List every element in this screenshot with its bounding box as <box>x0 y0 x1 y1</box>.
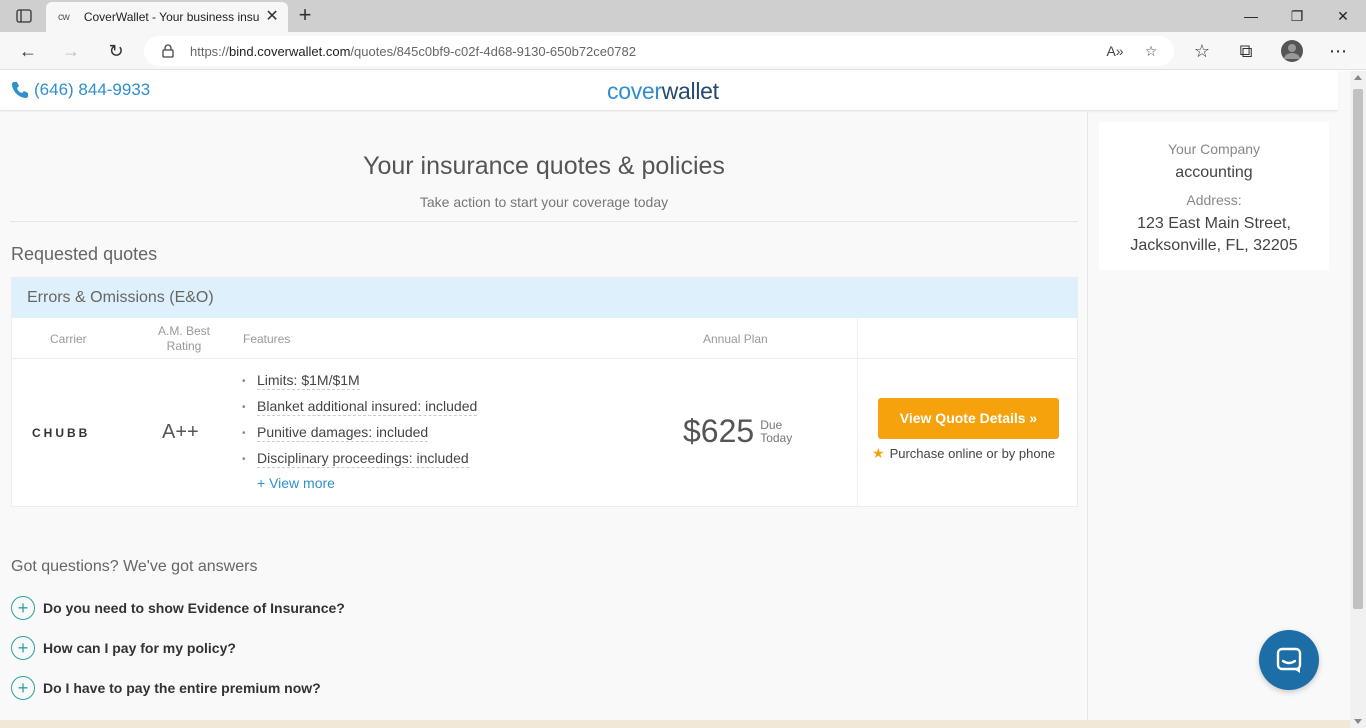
faq-item[interactable]: + Do I have to pay the entire premium no… <box>11 676 321 700</box>
new-tab-icon[interactable]: + <box>292 4 318 28</box>
rating-column-header: A.M. Best Rating <box>157 323 210 353</box>
restore-icon[interactable]: ❐ <box>1274 4 1320 28</box>
am-best-rating: A++ <box>162 421 199 443</box>
feature-item: • Limits: $1M/$1M <box>242 372 360 390</box>
more-icon[interactable]: ⋯ <box>1324 38 1352 64</box>
add-favorite-icon[interactable]: ☆ <box>1138 36 1164 66</box>
company-label: Your Company <box>1167 141 1261 157</box>
divider <box>12 358 1078 359</box>
company-card: Your Company accounting Address: 123 Eas… <box>1099 122 1329 270</box>
feature-item: • Punitive damages: included <box>242 424 429 442</box>
view-quote-details-button[interactable]: View Quote Details » <box>878 398 1059 439</box>
scroll-down-icon[interactable] <box>1354 719 1362 724</box>
company-name: accounting <box>1175 164 1253 181</box>
scroll-thumb[interactable] <box>1353 89 1363 609</box>
price-amount: $625 <box>683 413 755 449</box>
refresh-icon[interactable]: ↻ <box>102 38 130 64</box>
annual-plan-column-header: Annual Plan <box>703 331 768 346</box>
back-icon[interactable]: ← <box>14 38 42 64</box>
faq-title: Got questions? We've got answers <box>11 558 258 575</box>
chat-button[interactable] <box>1259 630 1319 690</box>
minimize-icon[interactable]: — <box>1228 4 1274 28</box>
read-aloud-icon[interactable]: A» <box>1102 36 1128 66</box>
phone-number: (646) 844-9933 <box>34 80 151 99</box>
phone-icon <box>12 82 28 98</box>
lock-icon[interactable] <box>160 43 176 59</box>
page-subtitle: Take action to start your coverage today <box>419 194 669 210</box>
divider <box>857 318 858 507</box>
price: $625 Due Today <box>683 413 792 450</box>
address-label: Address: <box>1186 192 1242 208</box>
star-icon: ★ <box>872 445 885 461</box>
profile-icon[interactable] <box>1278 38 1306 64</box>
scroll-up-icon[interactable] <box>1354 75 1362 80</box>
product-name: Errors & Omissions (E&O) <box>12 278 1078 318</box>
site-favicon: cw <box>58 11 70 23</box>
page-viewport: (646) 844-9933 coverwallet Your insuranc… <box>0 71 1350 728</box>
section-title: Requested quotes <box>11 244 158 264</box>
features-column-header: Features <box>243 331 291 346</box>
plus-icon[interactable]: + <box>11 596 35 620</box>
page-title: Your insurance quotes & policies <box>363 152 725 180</box>
plus-icon[interactable]: + <box>11 636 35 660</box>
purchase-note: ★ Purchase online or by phone <box>872 445 1056 461</box>
bottom-strip <box>0 720 1350 728</box>
tab-actions-icon[interactable] <box>10 6 38 26</box>
price-due-label: Due Today <box>760 417 793 445</box>
close-icon[interactable]: ✕ <box>264 9 280 25</box>
window-close-icon[interactable]: ✕ <box>1320 4 1366 28</box>
faq-item[interactable]: + Do you need to show Evidence of Insura… <box>11 596 345 620</box>
collections-icon[interactable]: ⧉ <box>1232 38 1260 64</box>
main-content: Your insurance quotes & policies Take ac… <box>0 112 1088 728</box>
chat-icon <box>1276 647 1302 673</box>
browser-tab[interactable]: cw CoverWallet - Your business insu ✕ <box>46 2 288 32</box>
browser-toolbar: ← → ↻ https://bind.coverwallet.com/quote… <box>0 32 1366 70</box>
phone-link[interactable]: (646) 844-9933 <box>10 80 150 100</box>
coverwallet-logo[interactable]: coverwallet <box>607 78 719 105</box>
view-more-link[interactable]: + View more <box>257 475 335 491</box>
carrier-column-header: Carrier <box>50 331 87 346</box>
quote-card: Errors & Omissions (E&O) Carrier A.M. Be… <box>11 277 1078 507</box>
favorites-icon[interactable]: ☆ <box>1188 38 1216 64</box>
faq-item[interactable]: + How can I pay for my policy? <box>11 636 236 660</box>
address-line: 123 East Main Street, <box>1137 215 1291 232</box>
features-list: • Limits: $1M/$1M • Blanket additional ins… <box>242 368 478 472</box>
feature-item: • Blanket additional insured: included <box>242 398 478 416</box>
plus-icon[interactable]: + <box>11 676 35 700</box>
tab-title: CoverWallet - Your business insu <box>83 10 260 24</box>
address-line: Jacksonville, FL, 32205 <box>1130 237 1298 254</box>
scrollbar[interactable] <box>1350 71 1366 728</box>
url-text: https://bind.coverwallet.com/quotes/845c… <box>190 43 636 59</box>
address-bar[interactable]: https://bind.coverwallet.com/quotes/845c… <box>144 36 1174 66</box>
feature-item: • Disciplinary proceedings: included <box>242 450 469 468</box>
chubb-logo: CHUBB <box>32 426 91 440</box>
site-header: (646) 844-9933 coverwallet <box>0 71 1338 111</box>
forward-icon[interactable]: → <box>57 38 85 64</box>
browser-tab-strip: cw CoverWallet - Your business insu ✕ + … <box>0 0 1366 32</box>
divider <box>10 221 1078 222</box>
